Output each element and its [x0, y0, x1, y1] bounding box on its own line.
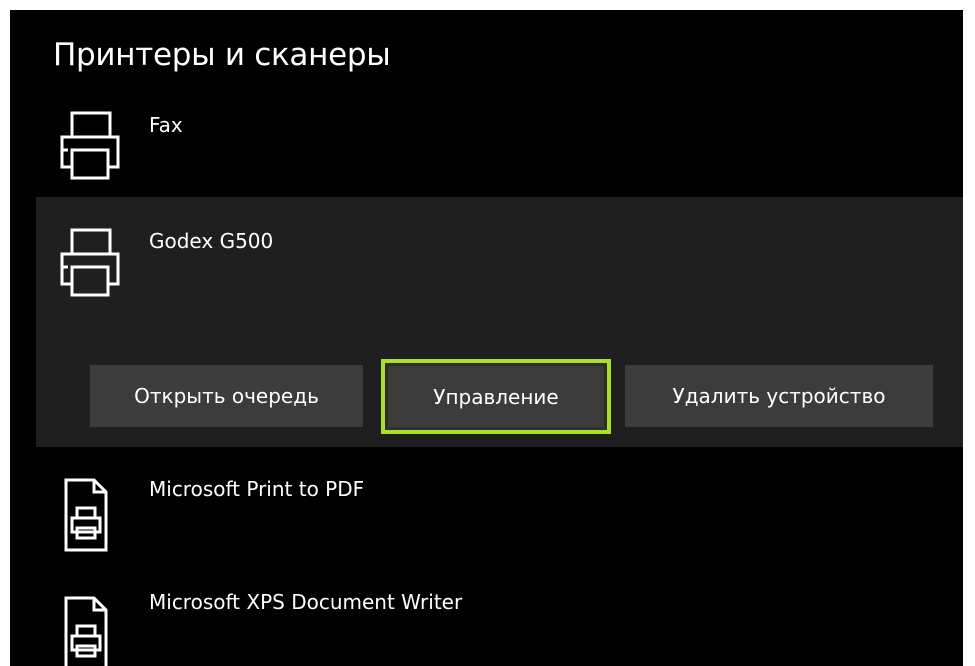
- document-printer-icon: [64, 596, 108, 666]
- open-queue-button[interactable]: Открыть очередь: [90, 365, 363, 427]
- printer-icon: [60, 228, 120, 297]
- printer-icon: [60, 111, 120, 180]
- device-item-xps-document-writer[interactable]: Microsoft XPS Document Writer: [10, 570, 963, 666]
- device-name: Microsoft XPS Document Writer: [149, 590, 463, 614]
- device-item-print-to-pdf[interactable]: Microsoft Print to PDF: [10, 450, 963, 560]
- manage-button[interactable]: Управление: [381, 359, 611, 434]
- device-name: Fax: [149, 113, 183, 137]
- remove-device-button[interactable]: Удалить устройство: [625, 365, 933, 427]
- device-name: Godex G500: [149, 229, 274, 253]
- manage-button-label: Управление: [388, 366, 604, 427]
- document-printer-icon: [64, 478, 108, 552]
- device-item-godex-g500[interactable]: Godex G500 Открыть очередь Управление Уд…: [36, 197, 963, 447]
- page-title: Принтеры и сканеры: [53, 37, 391, 73]
- device-name: Microsoft Print to PDF: [149, 477, 365, 501]
- printers-and-scanners-panel: Принтеры и сканеры Fax Godex G500 Открыт…: [10, 10, 963, 666]
- device-item-fax[interactable]: Fax: [10, 100, 963, 188]
